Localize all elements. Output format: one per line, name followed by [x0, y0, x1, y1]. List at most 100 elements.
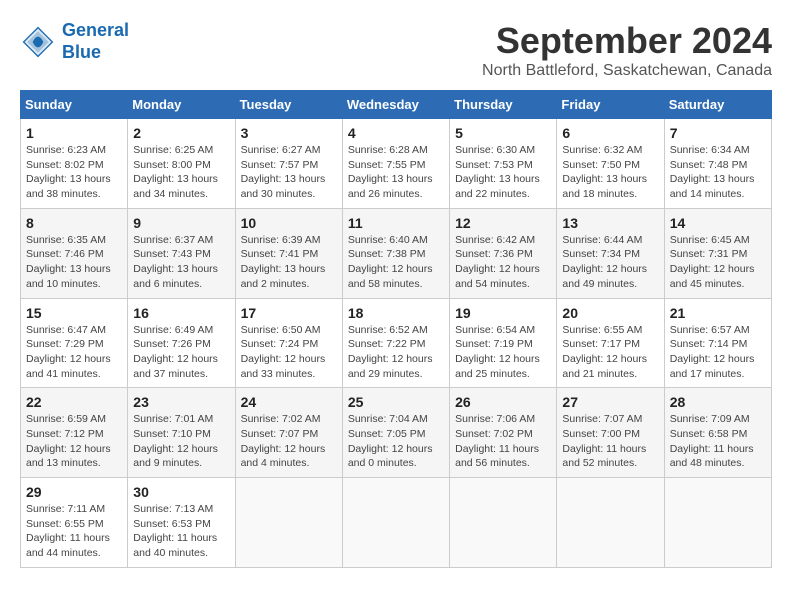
day-info: Sunrise: 6:35 AM Sunset: 7:46 PM Dayligh…	[26, 233, 122, 292]
day-number: 29	[26, 484, 122, 500]
calendar-week-5: 29 Sunrise: 7:11 AM Sunset: 6:55 PM Dayli…	[21, 478, 772, 568]
logo-line1: General	[62, 20, 129, 40]
calendar-week-3: 15 Sunrise: 6:47 AM Sunset: 7:29 PM Dayli…	[21, 298, 772, 388]
calendar-cell: 19 Sunrise: 6:54 AM Sunset: 7:19 PM Dayli…	[450, 298, 557, 388]
header-cell-saturday: Saturday	[664, 91, 771, 119]
day-info: Sunrise: 6:30 AM Sunset: 7:53 PM Dayligh…	[455, 143, 551, 202]
calendar-week-4: 22Sunrise: 6:59 AM Sunset: 7:12 PM Dayli…	[21, 388, 772, 478]
logo: General Blue	[20, 20, 129, 63]
header: General Blue September 2024 North Battle…	[20, 20, 772, 80]
day-info: Sunrise: 6:32 AM Sunset: 7:50 PM Dayligh…	[562, 143, 658, 202]
calendar-table: SundayMondayTuesdayWednesdayThursdayFrid…	[20, 90, 772, 568]
day-number: 11	[348, 215, 444, 231]
header-row: SundayMondayTuesdayWednesdayThursdayFrid…	[21, 91, 772, 119]
calendar-cell	[450, 478, 557, 568]
calendar-cell: 23 Sunrise: 7:01 AM Sunset: 7:10 PM Dayli…	[128, 388, 235, 478]
header-cell-sunday: Sunday	[21, 91, 128, 119]
calendar-cell: 14Sunrise: 6:45 AM Sunset: 7:31 PM Dayli…	[664, 208, 771, 298]
header-cell-tuesday: Tuesday	[235, 91, 342, 119]
day-info: Sunrise: 6:45 AM Sunset: 7:31 PM Dayligh…	[670, 233, 766, 292]
calendar-cell: 9 Sunrise: 6:37 AM Sunset: 7:43 PM Daylig…	[128, 208, 235, 298]
calendar-cell: 5 Sunrise: 6:30 AM Sunset: 7:53 PM Daylig…	[450, 119, 557, 209]
day-number: 13	[562, 215, 658, 231]
logo-text: General Blue	[62, 20, 129, 63]
calendar-cell: 8 Sunrise: 6:35 AM Sunset: 7:46 PM Daylig…	[21, 208, 128, 298]
day-info: Sunrise: 6:49 AM Sunset: 7:26 PM Dayligh…	[133, 323, 229, 382]
day-info: Sunrise: 6:42 AM Sunset: 7:36 PM Dayligh…	[455, 233, 551, 292]
day-info: Sunrise: 6:40 AM Sunset: 7:38 PM Dayligh…	[348, 233, 444, 292]
subtitle: North Battleford, Saskatchewan, Canada	[482, 62, 772, 80]
day-info: Sunrise: 6:50 AM Sunset: 7:24 PM Dayligh…	[241, 323, 337, 382]
day-info: Sunrise: 7:07 AM Sunset: 7:00 PM Dayligh…	[562, 412, 658, 471]
day-number: 7	[670, 125, 766, 141]
main-title: September 2024	[482, 20, 772, 62]
calendar-cell: 11 Sunrise: 6:40 AM Sunset: 7:38 PM Dayli…	[342, 208, 449, 298]
calendar-cell: 25Sunrise: 7:04 AM Sunset: 7:05 PM Dayli…	[342, 388, 449, 478]
day-number: 17	[241, 305, 337, 321]
calendar-cell: 20 Sunrise: 6:55 AM Sunset: 7:17 PM Dayli…	[557, 298, 664, 388]
day-info: Sunrise: 6:37 AM Sunset: 7:43 PM Dayligh…	[133, 233, 229, 292]
day-info: Sunrise: 6:57 AM Sunset: 7:14 PM Dayligh…	[670, 323, 766, 382]
calendar-cell: 4 Sunrise: 6:28 AM Sunset: 7:55 PM Daylig…	[342, 119, 449, 209]
day-number: 8	[26, 215, 122, 231]
day-info: Sunrise: 6:54 AM Sunset: 7:19 PM Dayligh…	[455, 323, 551, 382]
logo-line2: Blue	[62, 42, 101, 62]
day-info: Sunrise: 7:11 AM Sunset: 6:55 PM Dayligh…	[26, 502, 122, 561]
day-info: Sunrise: 6:55 AM Sunset: 7:17 PM Dayligh…	[562, 323, 658, 382]
day-number: 4	[348, 125, 444, 141]
calendar-cell: 12 Sunrise: 6:42 AM Sunset: 7:36 PM Dayli…	[450, 208, 557, 298]
day-number: 19	[455, 305, 551, 321]
calendar-cell: 10Sunrise: 6:39 AM Sunset: 7:41 PM Dayli…	[235, 208, 342, 298]
day-number: 15	[26, 305, 122, 321]
title-section: September 2024 North Battleford, Saskatc…	[482, 20, 772, 80]
day-number: 26	[455, 394, 551, 410]
calendar-cell: 29 Sunrise: 7:11 AM Sunset: 6:55 PM Dayli…	[21, 478, 128, 568]
calendar-cell: 17 Sunrise: 6:50 AM Sunset: 7:24 PM Dayli…	[235, 298, 342, 388]
day-info: Sunrise: 7:09 AM Sunset: 6:58 PM Dayligh…	[670, 412, 766, 471]
day-number: 21	[670, 305, 766, 321]
day-number: 2	[133, 125, 229, 141]
header-cell-friday: Friday	[557, 91, 664, 119]
day-info: Sunrise: 7:13 AM Sunset: 6:53 PM Dayligh…	[133, 502, 229, 561]
logo-icon	[20, 24, 56, 60]
day-info: Sunrise: 6:59 AM Sunset: 7:12 PM Dayligh…	[26, 412, 122, 471]
calendar-cell: 6 Sunrise: 6:32 AM Sunset: 7:50 PM Daylig…	[557, 119, 664, 209]
calendar-week-2: 8 Sunrise: 6:35 AM Sunset: 7:46 PM Daylig…	[21, 208, 772, 298]
day-number: 30	[133, 484, 229, 500]
day-number: 23	[133, 394, 229, 410]
day-number: 28	[670, 394, 766, 410]
calendar-week-1: 1 Sunrise: 6:23 AM Sunset: 8:02 PM Daylig…	[21, 119, 772, 209]
calendar-cell: 26 Sunrise: 7:06 AM Sunset: 7:02 PM Dayli…	[450, 388, 557, 478]
day-info: Sunrise: 6:39 AM Sunset: 7:41 PM Dayligh…	[241, 233, 337, 292]
day-number: 5	[455, 125, 551, 141]
day-number: 1	[26, 125, 122, 141]
day-number: 27	[562, 394, 658, 410]
calendar-cell	[557, 478, 664, 568]
day-info: Sunrise: 6:52 AM Sunset: 7:22 PM Dayligh…	[348, 323, 444, 382]
day-info: Sunrise: 6:47 AM Sunset: 7:29 PM Dayligh…	[26, 323, 122, 382]
day-number: 6	[562, 125, 658, 141]
day-info: Sunrise: 6:27 AM Sunset: 7:57 PM Dayligh…	[241, 143, 337, 202]
day-info: Sunrise: 7:06 AM Sunset: 7:02 PM Dayligh…	[455, 412, 551, 471]
day-info: Sunrise: 7:02 AM Sunset: 7:07 PM Dayligh…	[241, 412, 337, 471]
day-info: Sunrise: 6:28 AM Sunset: 7:55 PM Dayligh…	[348, 143, 444, 202]
calendar-cell: 24Sunrise: 7:02 AM Sunset: 7:07 PM Dayli…	[235, 388, 342, 478]
calendar-cell: 7 Sunrise: 6:34 AM Sunset: 7:48 PM Daylig…	[664, 119, 771, 209]
calendar-cell: 2Sunrise: 6:25 AM Sunset: 8:00 PM Daylig…	[128, 119, 235, 209]
calendar-cell: 13 Sunrise: 6:44 AM Sunset: 7:34 PM Dayli…	[557, 208, 664, 298]
calendar-cell: 21 Sunrise: 6:57 AM Sunset: 7:14 PM Dayli…	[664, 298, 771, 388]
day-info: Sunrise: 6:44 AM Sunset: 7:34 PM Dayligh…	[562, 233, 658, 292]
day-info: Sunrise: 6:34 AM Sunset: 7:48 PM Dayligh…	[670, 143, 766, 202]
day-number: 25	[348, 394, 444, 410]
day-info: Sunrise: 7:01 AM Sunset: 7:10 PM Dayligh…	[133, 412, 229, 471]
calendar-cell: 22Sunrise: 6:59 AM Sunset: 7:12 PM Dayli…	[21, 388, 128, 478]
calendar-cell: 15 Sunrise: 6:47 AM Sunset: 7:29 PM Dayli…	[21, 298, 128, 388]
day-info: Sunrise: 6:23 AM Sunset: 8:02 PM Dayligh…	[26, 143, 122, 202]
calendar-cell: 1 Sunrise: 6:23 AM Sunset: 8:02 PM Daylig…	[21, 119, 128, 209]
calendar-cell: 3Sunrise: 6:27 AM Sunset: 7:57 PM Daylig…	[235, 119, 342, 209]
calendar-cell: 28 Sunrise: 7:09 AM Sunset: 6:58 PM Dayli…	[664, 388, 771, 478]
day-number: 12	[455, 215, 551, 231]
day-number: 9	[133, 215, 229, 231]
calendar-cell	[342, 478, 449, 568]
day-number: 20	[562, 305, 658, 321]
